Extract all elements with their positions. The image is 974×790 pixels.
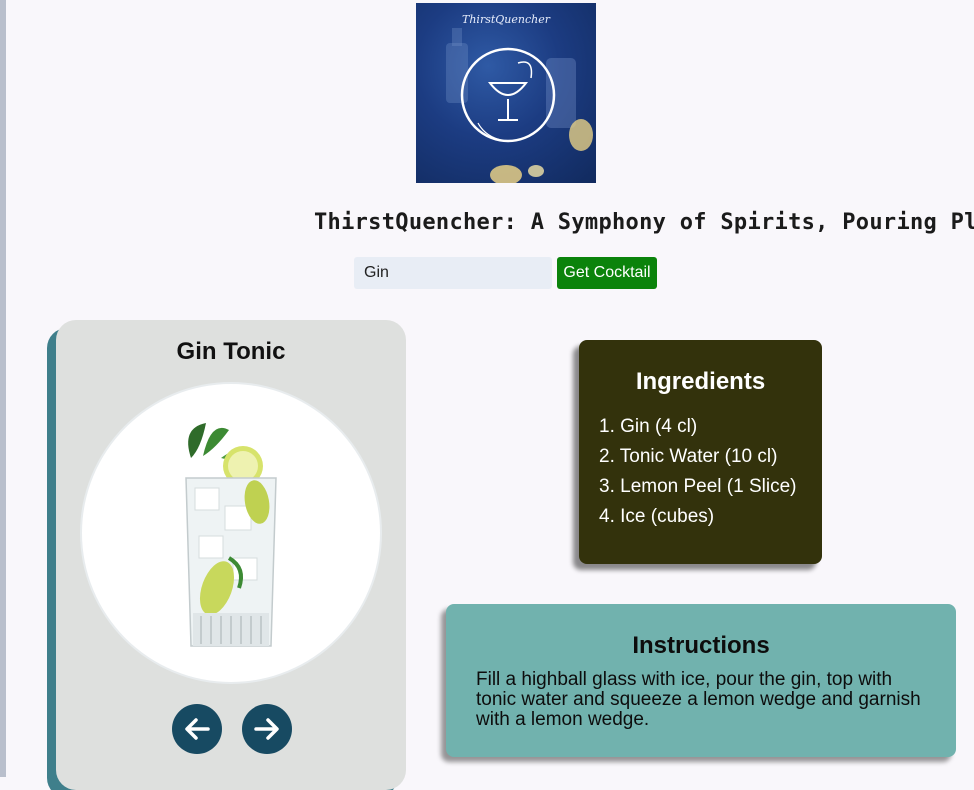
instructions-panel: Instructions Fill a highball glass with … xyxy=(446,604,956,757)
instructions-title: Instructions xyxy=(632,632,770,659)
ingredient-item: 3. Lemon Peel (1 Slice) xyxy=(599,476,797,497)
tagline: ThirstQuencher: A Symphony of Spirits, P… xyxy=(314,210,974,235)
cocktail-card: Gin Tonic xyxy=(56,320,406,790)
ingredients-title: Ingredients xyxy=(635,368,766,395)
search-input[interactable] xyxy=(354,257,552,289)
cocktail-name: Gin Tonic xyxy=(176,338,286,365)
left-border xyxy=(0,0,6,777)
previous-button[interactable] xyxy=(172,704,222,754)
ingredient-item: 2. Tonic Water (10 cl) xyxy=(599,446,778,467)
ingredients-list: 1. Gin (4 cl) 2. Tonic Water (10 cl) 3. … xyxy=(599,412,797,532)
next-button[interactable] xyxy=(242,704,292,754)
logo: ThirstQuencher xyxy=(416,3,596,183)
instructions-text: Fill a highball glass with ice, pour the… xyxy=(476,669,921,730)
arrow-left-icon xyxy=(185,718,210,740)
ingredient-item: 4. Ice (cubes) xyxy=(599,506,715,527)
get-cocktail-button[interactable]: Get Cocktail xyxy=(557,257,657,289)
ingredient-item: 1. Gin (4 cl) xyxy=(599,416,698,437)
drink-image-frame xyxy=(82,384,380,682)
ingredients-panel: Ingredients 1. Gin (4 cl) 2. Tonic Water… xyxy=(579,340,822,564)
arrow-right-icon xyxy=(254,718,279,740)
drink-image xyxy=(185,423,277,647)
